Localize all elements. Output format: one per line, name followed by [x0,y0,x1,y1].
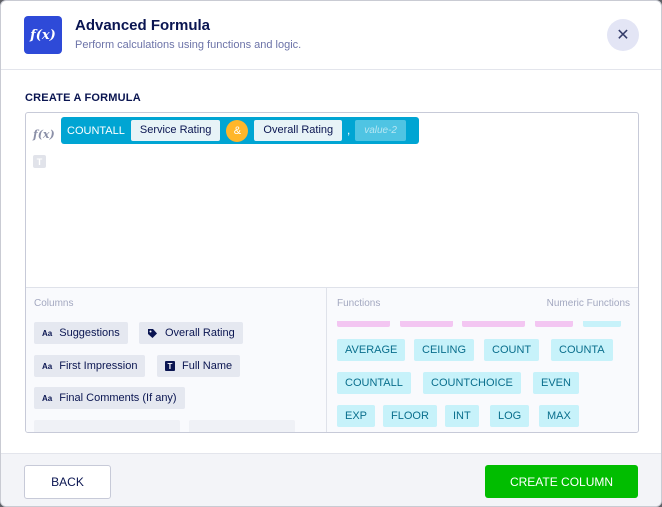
category-strip [462,321,525,327]
dialog-footer: BACK CREATE COLUMN [1,453,661,506]
column-item-overall-rating[interactable]: Overall Rating [139,322,243,344]
column-item-full-name[interactable]: T Full Name [157,355,241,377]
function-int[interactable]: INT [445,405,479,427]
column-label: Overall Rating [165,327,235,339]
formula-argument-overall-rating[interactable]: Overall Rating [254,120,343,141]
section-label: CREATE A FORMULA [25,92,141,104]
function-even[interactable]: EVEN [533,372,579,394]
column-item-suggestions[interactable]: Aa Suggestions [34,322,128,344]
columns-label: Columns [34,298,74,309]
text-type-icon: Aa [42,328,53,338]
function-category-label[interactable]: Numeric Functions [547,298,630,309]
operator-ampersand[interactable]: & [226,119,249,142]
function-ceiling[interactable]: CEILING [414,339,475,361]
column-label: First Impression [59,360,138,372]
formula-argument-service-rating[interactable]: Service Rating [130,120,221,141]
column-item-final-comments[interactable]: Aa Final Comments (If any) [34,387,185,409]
formula-icon: f(x) [24,16,62,54]
text-field-icon: T [165,361,175,371]
formula-function-name[interactable]: COUNTALL [67,125,125,137]
function-count[interactable]: COUNT [484,339,540,361]
text-icon[interactable]: T [33,155,46,168]
advanced-formula-dialog: f(x) Advanced Formula Perform calculatio… [0,0,662,507]
category-strip [400,321,453,327]
close-button[interactable]: ✕ [607,19,639,51]
category-strip [535,321,573,327]
functions-pane: Functions Numeric Functions AVERAGE CEIL… [327,288,638,432]
columns-pane: Columns Aa Suggestions Overall Rating Aa… [26,288,327,432]
column-item-partial[interactable] [34,420,180,432]
function-average[interactable]: AVERAGE [337,339,406,361]
column-item-first-impression[interactable]: Aa First Impression [34,355,146,377]
function-floor[interactable]: FLOOR [383,405,437,427]
category-strip [583,321,621,327]
function-max[interactable]: MAX [539,405,579,427]
function-countchoice[interactable]: COUNTCHOICE [423,372,521,394]
functions-label: Functions [337,298,381,309]
formula-argument-placeholder[interactable]: value-2 [355,120,406,141]
category-strip [337,321,390,327]
function-exp[interactable]: EXP [337,405,376,427]
formula-function-chip[interactable]: COUNTALL Service Rating & Overall Rating… [61,117,419,144]
picker-area: Columns Aa Suggestions Overall Rating Aa… [26,287,638,432]
column-label: Final Comments (If any) [59,392,177,404]
back-button[interactable]: BACK [24,465,111,499]
column-label: Suggestions [59,327,120,339]
create-column-button[interactable]: CREATE COLUMN [485,465,638,498]
function-counta[interactable]: COUNTA [551,339,613,361]
text-type-icon: Aa [42,361,53,371]
dialog-title: Advanced Formula [75,17,211,34]
formula-editor[interactable]: f(x) T COUNTALL Service Rating & Overall… [25,112,639,433]
argument-separator: , [347,124,351,137]
column-label: Full Name [182,360,233,372]
dialog-subtitle: Perform calculations using functions and… [75,39,302,51]
function-log[interactable]: LOG [490,405,530,427]
function-icon[interactable]: f(x) [33,128,55,141]
column-item-partial[interactable] [189,420,295,432]
close-icon: ✕ [616,27,630,44]
dialog-header: f(x) Advanced Formula Perform calculatio… [1,1,661,70]
tag-icon [147,328,158,339]
text-type-icon: Aa [42,393,53,403]
function-countall[interactable]: COUNTALL [337,372,411,394]
